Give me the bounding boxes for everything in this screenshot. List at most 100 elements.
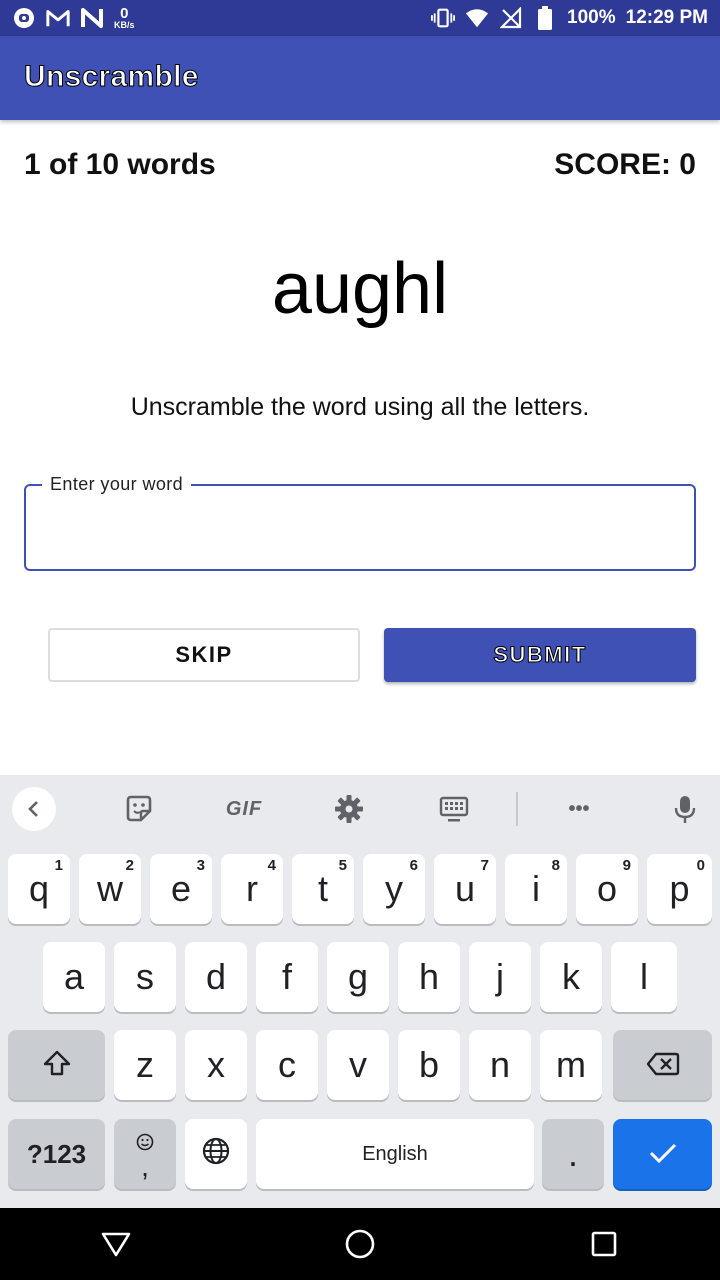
- key-m-label: m: [556, 1044, 586, 1085]
- key-c[interactable]: c: [256, 1030, 318, 1100]
- data-rate-value: 0: [120, 5, 129, 22]
- key-j-label: j: [496, 956, 504, 997]
- more-button[interactable]: •••: [557, 787, 601, 831]
- navigation-bar: [0, 1208, 720, 1280]
- wifi-icon: [465, 6, 489, 30]
- key-e-label: e: [170, 868, 192, 909]
- key-s[interactable]: s: [114, 942, 176, 1012]
- gif-button[interactable]: GIF: [222, 787, 266, 831]
- key-k[interactable]: k: [540, 942, 602, 1012]
- key-f[interactable]: f: [256, 942, 318, 1012]
- status-bar: 0 KB/s 100% 12:29 PM: [0, 0, 720, 36]
- key-t-hint: 5: [338, 857, 347, 874]
- microphone-icon[interactable]: [663, 787, 707, 831]
- key-x[interactable]: x: [185, 1030, 247, 1100]
- key-o-hint: 9: [622, 857, 631, 874]
- key-h[interactable]: h: [398, 942, 460, 1012]
- language-key[interactable]: [185, 1119, 247, 1189]
- key-i-hint: 8: [551, 857, 560, 874]
- enter-key[interactable]: [613, 1119, 712, 1189]
- key-w-label: w: [97, 868, 123, 909]
- skip-button[interactable]: SKIP: [48, 628, 360, 682]
- key-a-label: a: [63, 956, 85, 997]
- comma-key[interactable]: ,: [114, 1119, 176, 1189]
- key-u-hint: 7: [480, 857, 489, 874]
- word-count: 1 of 10 words: [24, 148, 216, 181]
- key-t-label: t: [317, 868, 328, 909]
- key-l-label: l: [640, 956, 648, 997]
- instructions: Unscramble the word using all the letter…: [130, 393, 590, 421]
- globe-icon: [201, 1133, 231, 1175]
- key-q-label: q: [28, 868, 50, 909]
- nav-recents-icon[interactable]: [586, 1226, 622, 1262]
- key-t[interactable]: t5: [292, 854, 354, 924]
- key-p[interactable]: p0: [647, 854, 712, 924]
- submit-button[interactable]: SUBMIT: [384, 628, 696, 682]
- keyboard-toolbar: GIF •••: [0, 775, 720, 843]
- key-u[interactable]: u7: [434, 854, 496, 924]
- app-title: Unscramble: [24, 60, 199, 94]
- key-w-hint: 2: [125, 857, 134, 874]
- keyboard-icon[interactable]: [432, 787, 476, 831]
- battery-icon: [533, 6, 557, 30]
- key-b[interactable]: b: [398, 1030, 460, 1100]
- key-g-label: g: [347, 956, 369, 997]
- key-d[interactable]: d: [185, 942, 247, 1012]
- key-n-label: n: [489, 1044, 511, 1085]
- key-v-label: v: [349, 1044, 367, 1085]
- key-e-hint: 3: [196, 857, 205, 874]
- n-icon: [80, 6, 104, 30]
- key-e[interactable]: e3: [150, 854, 212, 924]
- key-i-label: i: [532, 868, 540, 909]
- key-b-label: b: [418, 1044, 440, 1085]
- no-signal-icon: [499, 6, 523, 30]
- nav-back-icon[interactable]: [98, 1226, 134, 1262]
- key-j[interactable]: j: [469, 942, 531, 1012]
- period-key[interactable]: .: [542, 1119, 604, 1189]
- key-f-label: f: [281, 956, 292, 997]
- space-key[interactable]: English: [256, 1119, 534, 1189]
- symbols-key[interactable]: ?123: [8, 1119, 105, 1189]
- key-p-label: p: [669, 868, 690, 909]
- key-o-label: o: [596, 868, 618, 909]
- key-d-label: d: [205, 956, 227, 997]
- key-z-label: z: [136, 1044, 154, 1085]
- scrambled-word: aughl: [271, 249, 449, 329]
- backspace-key[interactable]: [613, 1030, 712, 1100]
- gear-icon[interactable]: [327, 787, 371, 831]
- key-u-label: u: [454, 868, 476, 909]
- shift-icon: [42, 1044, 72, 1086]
- key-z[interactable]: z: [114, 1030, 176, 1100]
- backspace-icon: [646, 1044, 680, 1086]
- gmail-icon: [46, 6, 70, 30]
- data-rate: 0 KB/s: [114, 6, 135, 30]
- key-x-label: x: [207, 1044, 225, 1085]
- key-m[interactable]: m: [540, 1030, 602, 1100]
- word-input-field[interactable]: Enter your word: [24, 474, 696, 571]
- key-g[interactable]: g: [327, 942, 389, 1012]
- key-o[interactable]: o9: [576, 854, 638, 924]
- score: SCORE: 0: [554, 148, 696, 181]
- key-a[interactable]: a: [43, 942, 105, 1012]
- key-l[interactable]: l: [611, 942, 677, 1012]
- key-k-label: k: [562, 956, 580, 997]
- key-y[interactable]: y6: [363, 854, 425, 924]
- key-v[interactable]: v: [327, 1030, 389, 1100]
- key-q[interactable]: q1: [8, 854, 70, 924]
- sticker-icon[interactable]: [117, 787, 161, 831]
- comma-key-label: ,: [141, 1151, 149, 1182]
- shift-key[interactable]: [8, 1030, 105, 1100]
- key-i[interactable]: i8: [505, 854, 567, 924]
- vibrate-icon: [431, 6, 456, 30]
- nav-home-icon[interactable]: [342, 1226, 378, 1262]
- back-arrow-icon[interactable]: [12, 787, 56, 831]
- word-input-label: Enter your word: [42, 474, 192, 495]
- key-q-hint: 1: [54, 857, 63, 874]
- key-r[interactable]: r4: [221, 854, 283, 924]
- battery-percent: 100%: [567, 7, 616, 28]
- key-n[interactable]: n: [469, 1030, 531, 1100]
- clock: 12:29 PM: [625, 7, 708, 28]
- word-input[interactable]: [42, 514, 672, 554]
- key-y-hint: 6: [409, 857, 418, 874]
- key-w[interactable]: w2: [79, 854, 141, 924]
